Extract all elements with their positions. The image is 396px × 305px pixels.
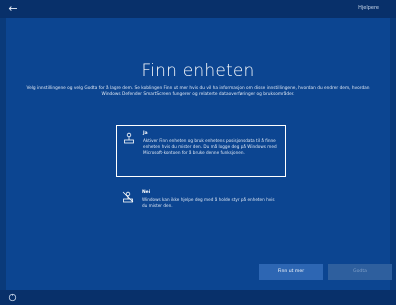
- setup-page: Finn enheten Velg innstillingene og velg…: [6, 18, 390, 290]
- option-no-title: Nei: [142, 190, 151, 195]
- top-bar: ← Hjelpere: [0, 0, 396, 18]
- option-yes[interactable]: Ja Aktiver Finn enheten og bruk enhetens…: [116, 125, 286, 177]
- learn-more-button[interactable]: Finn ut mer: [259, 264, 323, 280]
- option-yes-title: Ja: [143, 131, 148, 136]
- accept-button[interactable]: Godta: [328, 264, 392, 280]
- tools-link[interactable]: Hjelpere: [358, 5, 379, 11]
- page-title: Finn enheten: [141, 61, 255, 81]
- no-find-device-icon: [122, 191, 134, 203]
- option-list: Ja Aktiver Finn enheten og bruk enhetens…: [116, 125, 286, 237]
- option-no-body: Windows kan ikke hjelpe deg med å holde …: [142, 197, 275, 208]
- option-yes-body: Aktiver Finn enheten og bruk enhetens po…: [143, 138, 277, 155]
- accessibility-icon[interactable]: [8, 293, 17, 302]
- page-description: Velg innstillingene og velg Godta for å …: [26, 86, 370, 98]
- option-no[interactable]: Nei Windows kan ikke hjelpe deg med å ho…: [116, 185, 286, 237]
- find-device-icon: [124, 132, 134, 144]
- bottom-bar: [0, 290, 396, 305]
- back-button[interactable]: ←: [6, 2, 20, 16]
- back-arrow-icon: ←: [8, 2, 18, 15]
